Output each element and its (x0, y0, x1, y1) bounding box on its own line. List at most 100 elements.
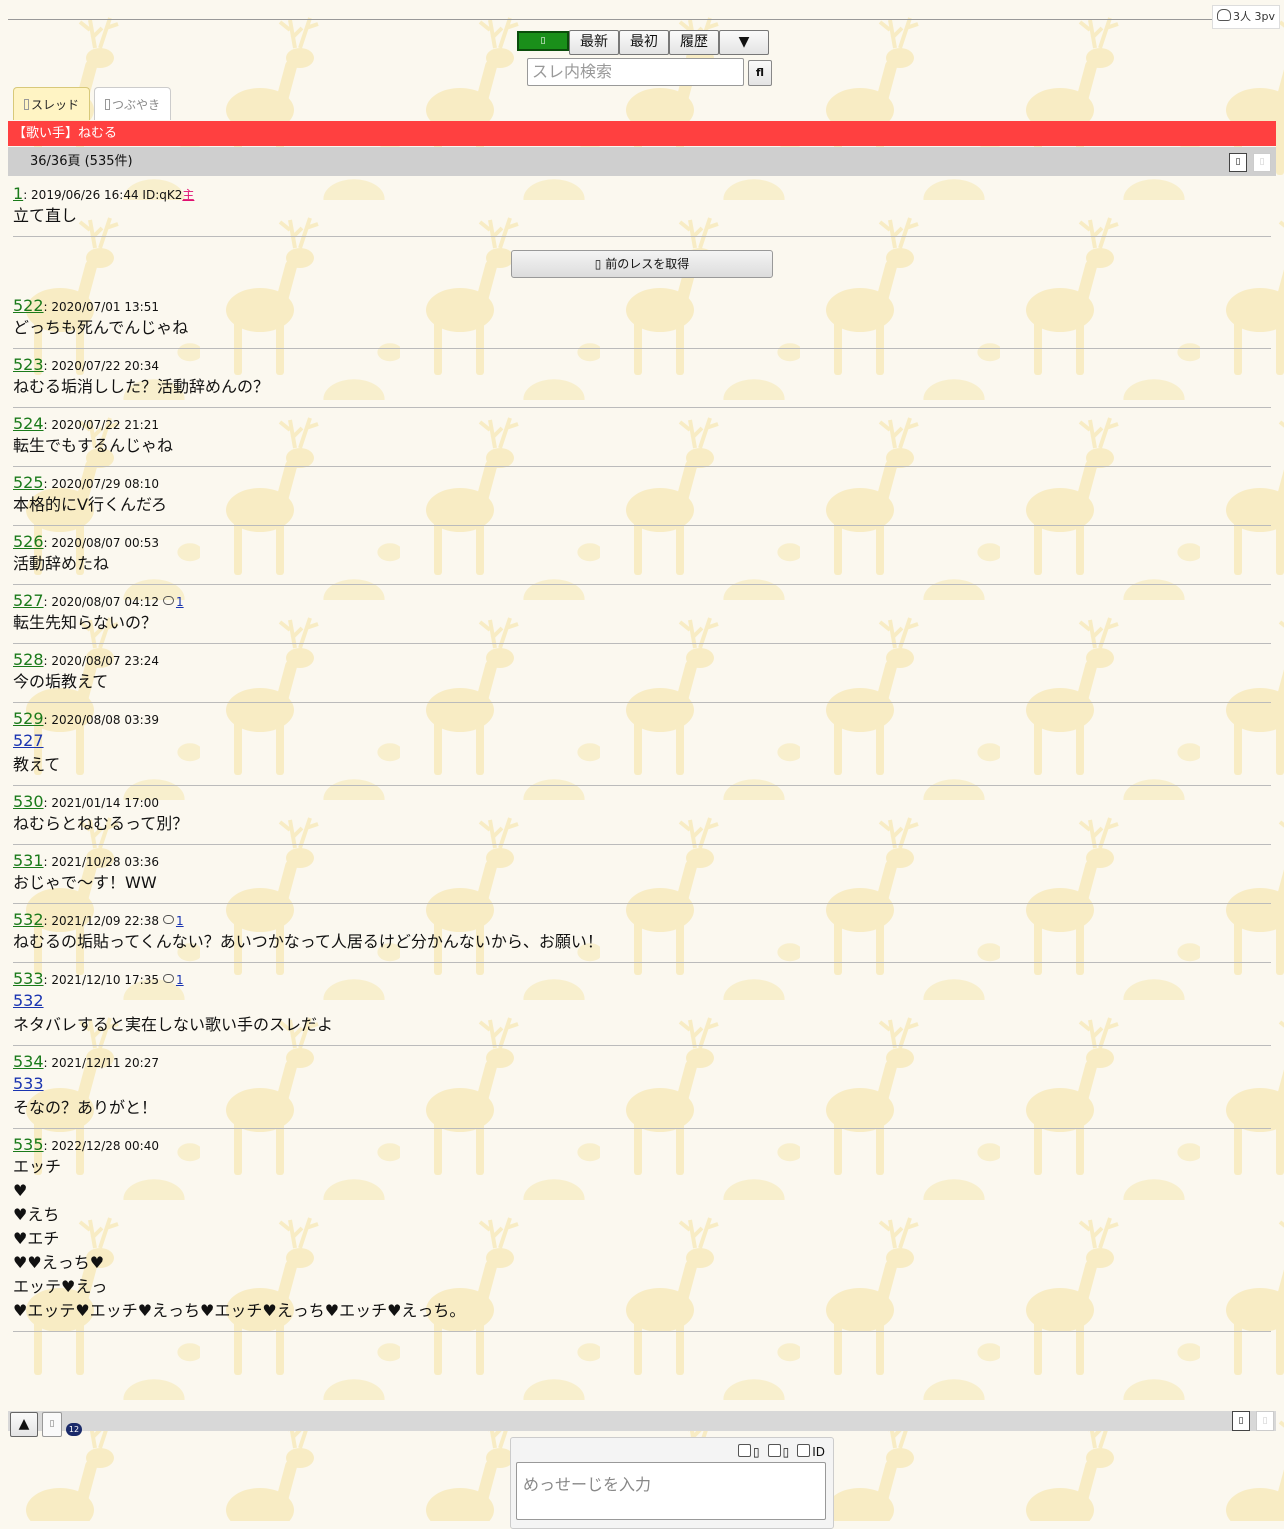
post-date: 2020/07/22 21:21 (51, 418, 159, 432)
post: 533: 2021/12/10 17:35 1 532 ネタバレすると実在しない歌い手… (13, 963, 1271, 1046)
post-header: 529: 2020/08/08 03:39 (13, 709, 159, 728)
post: 528: 2020/08/07 23:24 今の垢教えて (13, 644, 1271, 703)
option-2[interactable]: ▯ (767, 1444, 789, 1460)
first-button[interactable]: 最初 (619, 30, 669, 55)
thread-search-button[interactable]: fl (748, 60, 772, 86)
bottom-prev-button[interactable]: ▯ (1232, 1411, 1250, 1431)
option-id[interactable]: ID (797, 1444, 825, 1460)
thread-search-input[interactable]: スレ内検索 (527, 58, 744, 86)
post-number[interactable]: 535 (13, 1135, 44, 1154)
post-date: 2020/08/07 23:24 (51, 654, 159, 668)
post: 522: 2020/07/01 13:51 どっちも死んでんじゃね (13, 290, 1271, 349)
post-date: 2020/08/07 04:12 (51, 595, 159, 609)
post-body-line: ♥ (13, 1181, 28, 1200)
reply-anchor-link[interactable]: 527 (13, 729, 1271, 753)
post-number[interactable]: 523 (13, 355, 44, 374)
home-button[interactable]: ▯ (517, 31, 569, 51)
post: 526: 2020/08/07 00:53 活動辞めたね (13, 526, 1271, 585)
post-number[interactable]: 1 (13, 184, 23, 203)
post-number[interactable]: 527 (13, 591, 44, 610)
thread-icon (24, 99, 29, 110)
post: 525: 2020/07/29 08:10 本格的にV行くんだろ (13, 467, 1271, 526)
page-next-button[interactable]: ▯ (1253, 153, 1271, 172)
post-number[interactable]: 534 (13, 1052, 44, 1071)
post-date: 2021/01/14 17:00 (51, 796, 159, 810)
reply-count-link[interactable]: 1 (176, 914, 184, 928)
post-date: 2020/08/07 00:53 (51, 536, 159, 550)
post-header: 533: 2021/12/10 17:35 1 (13, 969, 184, 988)
post: 532: 2021/12/09 22:38 1 ねむるの垢貼ってくんない？あいつかな… (13, 904, 1271, 963)
post-date: 2021/12/10 17:35 (51, 973, 159, 987)
reply-count-link[interactable]: 1 (176, 973, 184, 987)
post-date: 2019/06/26 16:44 ID:qK2 (31, 188, 183, 202)
post-body-line: 転生でもするんじゃね (13, 436, 174, 455)
post-number[interactable]: 530 (13, 792, 44, 811)
post-body-line: おじゃで〜す！WW (13, 873, 157, 892)
message-input[interactable]: めっせーじを入力 (516, 1462, 826, 1520)
post-date: 2021/10/28 03:36 (51, 855, 159, 869)
post-date: 2020/08/08 03:39 (51, 713, 159, 727)
post-header: 525: 2020/07/29 08:10 (13, 473, 159, 492)
reply-anchor-link[interactable]: 532 (13, 989, 1271, 1013)
post-header: 530: 2021/01/14 17:00 (13, 792, 159, 811)
post-body-line: エッテ♥えっ (13, 1277, 108, 1296)
post-body-line: 今の垢教えて (13, 672, 109, 691)
option-2-checkbox[interactable] (767, 1444, 781, 1457)
post-date: 2020/07/22 20:34 (51, 359, 159, 373)
post-body-line: ♥えち (13, 1205, 60, 1224)
post-number[interactable]: 533 (13, 969, 44, 988)
post-body-line: 転生先知らないの？ (13, 613, 158, 632)
post-number[interactable]: 522 (13, 296, 44, 315)
notification-badge[interactable]: 12 (66, 1423, 82, 1436)
post-header: 1: 2019/06/26 16:44 ID:qK2主 (13, 184, 195, 203)
more-dropdown-button[interactable]: ▼ (719, 30, 769, 55)
post: 530: 2021/01/14 17:00 ねむらとねむるって別？ (13, 786, 1271, 845)
post-header: 526: 2020/08/07 00:53 (13, 532, 159, 551)
post-body-line: ねむる垢消しした？活動辞めんの？ (13, 377, 270, 396)
option-id-checkbox[interactable] (797, 1444, 811, 1457)
viewer-count-badge: 3人 3pv (1212, 5, 1280, 29)
prev-posts-button[interactable]: ▯ 前のレスを取得 (511, 250, 773, 278)
compose-options: ▯ ▯ ID (738, 1444, 825, 1460)
option-1[interactable]: ▯ (738, 1444, 760, 1460)
post-number[interactable]: 529 (13, 709, 44, 728)
reply-count-link[interactable]: 1 (176, 595, 184, 609)
post-number[interactable]: 528 (13, 650, 44, 669)
replies: 522: 2020/07/01 13:51 どっちも死んでんじゃね 523: 202… (13, 290, 1271, 1332)
thread-search: スレ内検索 fl (527, 58, 772, 86)
post-date: 2021/12/11 20:27 (51, 1056, 159, 1070)
post-body-line: エッチ (13, 1157, 62, 1176)
tab-tweets[interactable]: つぶやき (94, 87, 172, 120)
history-button[interactable]: 履歴 (669, 30, 719, 55)
post-header: 528: 2020/08/07 23:24 (13, 650, 159, 669)
post-number[interactable]: 524 (13, 414, 44, 433)
post: 527: 2020/08/07 04:12 1 転生先知らないの？ (13, 585, 1271, 644)
latest-button[interactable]: 最新 (569, 30, 619, 55)
scroll-top-button[interactable]: ▲ (10, 1412, 38, 1437)
post: 535: 2022/12/28 00:40 エッチ ♥ ♥えち ♥エチ ♥♥えっち♥ エッテ… (13, 1129, 1271, 1332)
post-body-line: ねむらとねむるって別？ (13, 814, 189, 833)
page-prev-button[interactable]: ▯ (1229, 153, 1247, 172)
owner-mark[interactable]: 主 (182, 188, 194, 202)
bottom-next-button[interactable]: ▯ (1256, 1411, 1274, 1431)
post-number[interactable]: 532 (13, 910, 44, 929)
post-number[interactable]: 531 (13, 851, 44, 870)
post-1: 1: 2019/06/26 16:44 ID:qK2主 立て直し (13, 178, 1271, 237)
tab-tweets-label: つぶやき (112, 98, 161, 112)
post-body-line: ねむるの垢貼ってくんない？あいつかなって人居るけど分かんないから、お願い！ (13, 932, 603, 951)
post-body-line: ネタバレすると実在しない歌い手のスレだよ (13, 1015, 334, 1034)
post-number[interactable]: 525 (13, 473, 44, 492)
post-header: 524: 2020/07/22 21:21 (13, 414, 159, 433)
post-body-line: 本格的にV行くんだろ (13, 495, 167, 514)
bottom-menu-button[interactable]: ▯ (42, 1412, 62, 1437)
compose-box: ▯ ▯ ID めっせーじを入力 (510, 1437, 834, 1529)
prev-posts-row: ▯ 前のレスを取得 (13, 237, 1271, 290)
option-1-checkbox[interactable] (738, 1444, 751, 1457)
reply-bubble-icon (162, 974, 174, 983)
reply-anchor-link[interactable]: 533 (13, 1072, 1271, 1096)
post-date: 2020/07/29 08:10 (51, 477, 159, 491)
post-number[interactable]: 526 (13, 532, 44, 551)
post-header: 535: 2022/12/28 00:40 (13, 1135, 159, 1154)
post: 523: 2020/07/22 20:34 ねむる垢消しした？活動辞めんの？ (13, 349, 1271, 408)
tab-thread[interactable]: スレッド (13, 87, 91, 120)
